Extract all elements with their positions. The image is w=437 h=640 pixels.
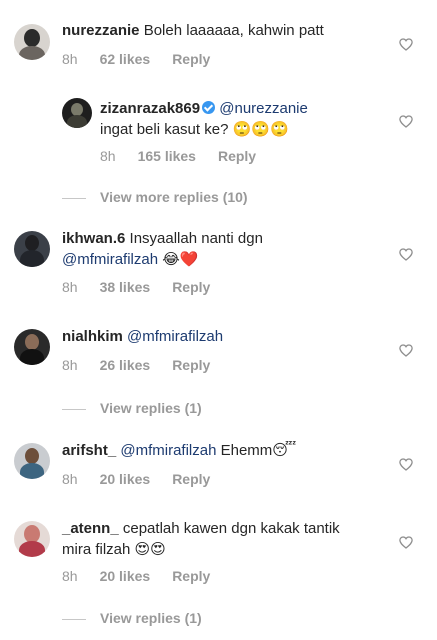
divider [62,618,86,620]
comment-body: Ehemm [220,442,273,459]
comment-meta: 8h 38 likes Reply [62,279,232,295]
comment-meta: 8h 20 likes Reply [62,568,232,584]
username[interactable]: ikhwan.6 [62,230,125,247]
avatar[interactable] [14,231,50,267]
mention-link[interactable]: @nurezzanie [219,100,308,117]
comment-body: Boleh laaaaaa, kahwin patt [143,22,324,39]
divider [62,408,86,410]
divider [62,197,86,199]
likes-count[interactable]: 20 likes [100,471,151,487]
emoji-heart-eyes: 😍😍 [134,540,166,558]
comment-body: ingat beli kasut ke? [100,121,229,138]
username[interactable]: nurezzanie [62,22,140,39]
timestamp: 8h [62,279,78,295]
reply-button[interactable]: Reply [218,148,256,164]
comment-text: ikhwan.6 Insyaallah nanti dgn @mfmirafil… [62,228,382,270]
mention-link[interactable]: @mfmirafilzah [127,328,223,345]
likes-count[interactable]: 20 likes [100,568,151,584]
comment-text: nurezzanie Boleh laaaaaa, kahwin patt [62,20,382,41]
mention-link[interactable]: @mfmirafilzah [120,442,216,459]
reply-button[interactable]: Reply [172,279,210,295]
heart-icon[interactable] [399,344,413,357]
avatar[interactable] [14,443,50,479]
comment-text: zizanrazak869 @nurezzanie ingat beli kas… [100,98,380,140]
reply-button[interactable]: Reply [172,568,210,584]
avatar[interactable] [14,329,50,365]
timestamp: 8h [100,148,116,164]
comment-text: nialhkim @mfmirafilzah [62,326,382,347]
heart-icon[interactable] [399,248,413,261]
mention-link[interactable]: @mfmirafilzah [62,251,158,268]
comment-meta: 8h 20 likes Reply [62,471,232,487]
view-more-replies-button[interactable]: View more replies (10) [62,189,248,205]
comment-meta: 8h 62 likes Reply [62,51,232,67]
avatar[interactable] [62,98,92,128]
comment-body: cepatlah kawen dgn kakak tantik [122,520,340,537]
avatar[interactable] [14,521,50,557]
timestamp: 8h [62,568,78,584]
heart-icon[interactable] [399,115,413,128]
reply-button[interactable]: Reply [172,471,210,487]
username[interactable]: _atenn_ [62,520,119,537]
comment-meta: 8h 26 likes Reply [62,357,232,373]
username[interactable]: arifsht_ [62,442,116,459]
reply-button[interactable]: Reply [172,357,210,373]
reply-button[interactable]: Reply [172,51,210,67]
comment-body-cont: mira filzah [62,541,131,558]
avatar[interactable] [14,24,50,60]
comment-text: _atenn_ cepatlah kawen dgn kakak tantik … [62,518,392,560]
heart-icon[interactable] [399,38,413,51]
comment-body: Insyaallah nanti dgn [129,230,263,247]
likes-count[interactable]: 26 likes [100,357,151,373]
view-replies-button[interactable]: View replies (1) [62,400,202,416]
emoji-rolling-eyes: 🙄🙄🙄 [232,120,289,138]
heart-icon[interactable] [399,458,413,471]
likes-count[interactable]: 165 likes [138,148,196,164]
comment-text: arifsht_ @mfmirafilzah Ehemm😴 [62,440,382,461]
verified-badge-icon [202,101,216,114]
username[interactable]: zizanrazak869 [100,100,200,117]
comment-meta: 8h 165 likes Reply [100,148,278,164]
timestamp: 8h [62,471,78,487]
likes-count[interactable]: 38 likes [100,279,151,295]
username[interactable]: nialhkim [62,328,123,345]
timestamp: 8h [62,357,78,373]
view-replies-button[interactable]: View replies (1) [62,610,202,626]
likes-count[interactable]: 62 likes [100,51,151,67]
timestamp: 8h [62,51,78,67]
emoji-sleepy: 😴 [272,441,297,459]
emoji-laugh-heart: 😂❤️ [162,250,199,268]
heart-icon[interactable] [399,536,413,549]
